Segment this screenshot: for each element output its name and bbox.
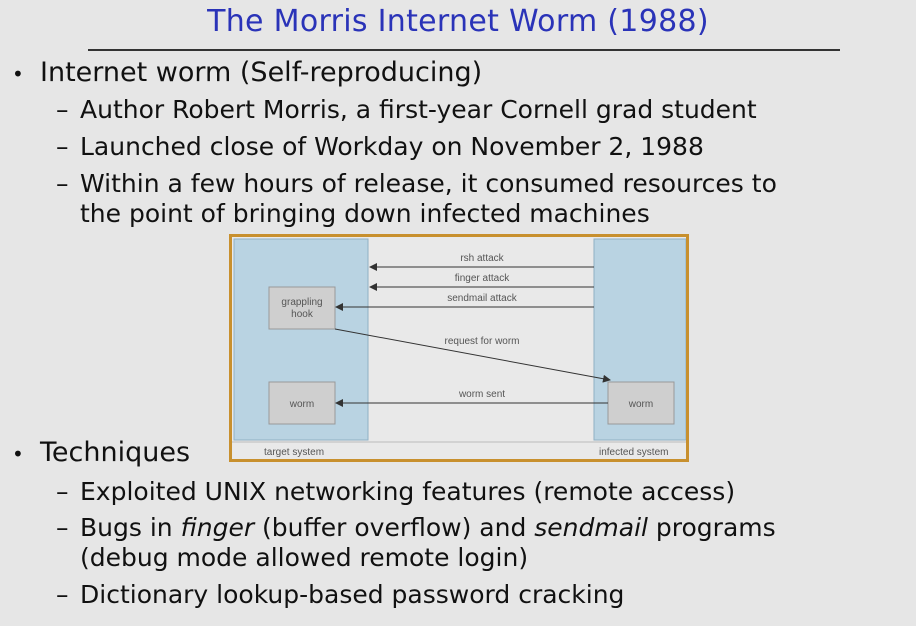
target-system-label: target system xyxy=(264,447,324,458)
sub-text-pre: Bugs in xyxy=(80,513,181,542)
diagram-svg: target system infected system grappling … xyxy=(232,238,686,458)
sub-text: Launched close of Workday on November 2,… xyxy=(80,132,704,161)
dash-icon: – xyxy=(56,580,69,609)
dash-icon: – xyxy=(56,132,69,161)
worm-diagram: target system infected system grappling … xyxy=(229,234,689,462)
grappling-hook-box xyxy=(268,286,336,330)
slide-title: The Morris Internet Worm (1988) xyxy=(207,4,709,39)
bullet-text: Techniques xyxy=(40,437,191,468)
sub-dictionary: – Dictionary lookup-based password cracki… xyxy=(56,580,624,610)
sub-text: Dictionary lookup-based password crackin… xyxy=(80,580,625,609)
sub-bugs: – Bugs in finger (buffer overflow) and se… xyxy=(56,513,776,543)
worm-label-infected: worm xyxy=(628,399,653,410)
sendmail-term: sendmail xyxy=(534,513,648,542)
sub-text-mid: (buffer overflow) and xyxy=(254,513,535,542)
finger-label: finger attack xyxy=(455,273,510,284)
dash-icon: – xyxy=(56,477,69,506)
finger-term: finger xyxy=(180,513,255,542)
bullet-techniques: • Techniques xyxy=(12,438,190,469)
sub-bugs-cont: (debug mode allowed remote login) xyxy=(80,543,528,573)
bullet-text: Internet worm (Self-reproducing) xyxy=(40,57,483,88)
worm-sent-label: worm sent xyxy=(458,389,505,400)
sendmail-label: sendmail attack xyxy=(447,293,517,304)
bullet-dot-icon: • xyxy=(12,441,24,466)
infected-system-label: infected system xyxy=(599,447,668,458)
sub-text: Exploited UNIX networking features (remo… xyxy=(80,477,736,506)
sub-text: the point of bringing down infected mach… xyxy=(80,199,650,228)
sub-launched: – Launched close of Workday on November 2… xyxy=(56,132,704,162)
bullet-dot-icon: • xyxy=(12,61,24,86)
dash-icon: – xyxy=(56,95,69,124)
slide: The Morris Internet Worm (1988) • Interne… xyxy=(0,0,916,626)
sub-text: (debug mode allowed remote login) xyxy=(80,543,529,572)
sub-exploited: – Exploited UNIX networking features (rem… xyxy=(56,477,735,507)
request-label: request for worm xyxy=(444,336,519,347)
sub-text: Within a few hours of release, it consum… xyxy=(80,169,777,198)
sub-author: – Author Robert Morris, a first-year Corn… xyxy=(56,95,757,125)
title-divider xyxy=(88,49,840,51)
grappling-label-1: grappling xyxy=(281,297,322,308)
grappling-label-2: hook xyxy=(291,309,314,320)
sub-text: Author Robert Morris, a first-year Corne… xyxy=(80,95,757,124)
dash-icon: – xyxy=(56,169,69,198)
dash-icon: – xyxy=(56,513,69,542)
sub-text-post: programs xyxy=(647,513,776,542)
worm-label-target: worm xyxy=(289,399,314,410)
sub-within: – Within a few hours of release, it consu… xyxy=(56,169,777,199)
bullet-internet-worm: • Internet worm (Self-reproducing) xyxy=(12,58,482,89)
sub-within-cont: the point of bringing down infected mach… xyxy=(80,199,650,229)
rsh-label: rsh attack xyxy=(460,253,504,264)
